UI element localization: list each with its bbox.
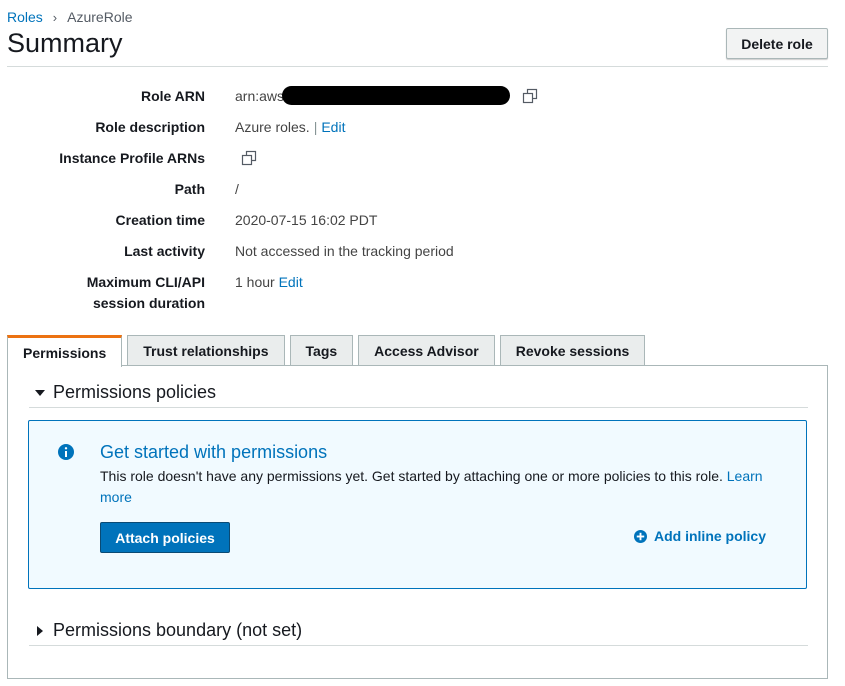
role-description-value: Azure roles. | Edit <box>235 117 345 138</box>
permissions-policies-title: Permissions policies <box>53 382 217 402</box>
breadcrumb-current: AzureRole <box>67 9 133 25</box>
creation-time-value: 2020-07-15 16:02 PDT <box>235 212 378 228</box>
path-value: / <box>235 181 239 197</box>
edit-description-link[interactable]: Edit <box>321 119 345 135</box>
role-arn-value: arn:aws <box>235 86 538 107</box>
separator: | <box>313 119 318 135</box>
permissions-panel: Permissions policies Get started with pe… <box>7 365 828 679</box>
tab-bar: Permissions Trust relationships Tags Acc… <box>7 335 650 367</box>
breadcrumb: Roles › AzureRole <box>7 9 133 25</box>
last-activity-label: Last activity <box>124 243 205 259</box>
creation-time-label: Creation time <box>115 212 205 228</box>
chevron-right-icon: › <box>52 9 58 25</box>
tab-revoke-sessions[interactable]: Revoke sessions <box>499 335 646 366</box>
path-label: Path <box>174 181 205 197</box>
add-inline-policy-label: Add inline policy <box>654 528 767 544</box>
role-description-label: Role description <box>95 119 205 135</box>
instance-profile-label: Instance Profile ARNs <box>59 150 205 166</box>
max-session-value: 1 hour Edit <box>235 272 303 293</box>
role-arn-text: arn:aws <box>235 88 285 104</box>
info-text: This role doesn't have any permissions y… <box>100 466 780 508</box>
last-activity-value: Not accessed in the tracking period <box>235 243 454 259</box>
redaction-bar <box>282 86 511 106</box>
permissions-boundary-header[interactable]: Permissions boundary (not set) <box>29 616 808 646</box>
info-description: This role doesn't have any permissions y… <box>100 468 723 484</box>
role-description-text: Azure roles. <box>235 119 310 135</box>
caret-down-icon <box>31 384 49 402</box>
max-session-label-line2: session duration <box>92 295 205 311</box>
plus-circle-icon <box>634 529 647 543</box>
info-title: Get started with permissions <box>100 442 328 462</box>
instance-profile-value <box>241 148 257 169</box>
tab-access-advisor[interactable]: Access Advisor <box>358 335 495 366</box>
tab-permissions[interactable]: Permissions <box>7 335 123 367</box>
role-arn-label: Role ARN <box>140 88 205 104</box>
copy-icon[interactable] <box>522 88 538 104</box>
attach-policies-button[interactable]: Attach policies <box>100 522 230 553</box>
permissions-boundary-title: Permissions boundary (not set) <box>53 620 303 640</box>
tab-tags[interactable]: Tags <box>289 335 354 366</box>
delete-role-button[interactable]: Delete role <box>726 28 828 59</box>
max-session-label-line1: Maximum CLI/API <box>86 274 205 290</box>
max-session-label: Maximum CLI/API session duration <box>0 272 205 314</box>
page-title: Summary <box>7 28 123 58</box>
max-session-text: 1 hour <box>235 274 275 290</box>
permissions-policies-header[interactable]: Permissions policies <box>29 378 808 408</box>
info-icon <box>58 444 74 460</box>
tab-trust-relationships[interactable]: Trust relationships <box>127 335 285 366</box>
title-divider <box>7 66 828 67</box>
breadcrumb-roles-link[interactable]: Roles <box>7 9 43 25</box>
caret-right-icon <box>31 622 49 640</box>
add-inline-policy-link[interactable]: Add inline policy <box>634 528 766 544</box>
get-started-info-box: Get started with permissions This role d… <box>28 420 807 589</box>
copy-icon[interactable] <box>241 150 257 166</box>
edit-session-duration-link[interactable]: Edit <box>279 274 303 290</box>
